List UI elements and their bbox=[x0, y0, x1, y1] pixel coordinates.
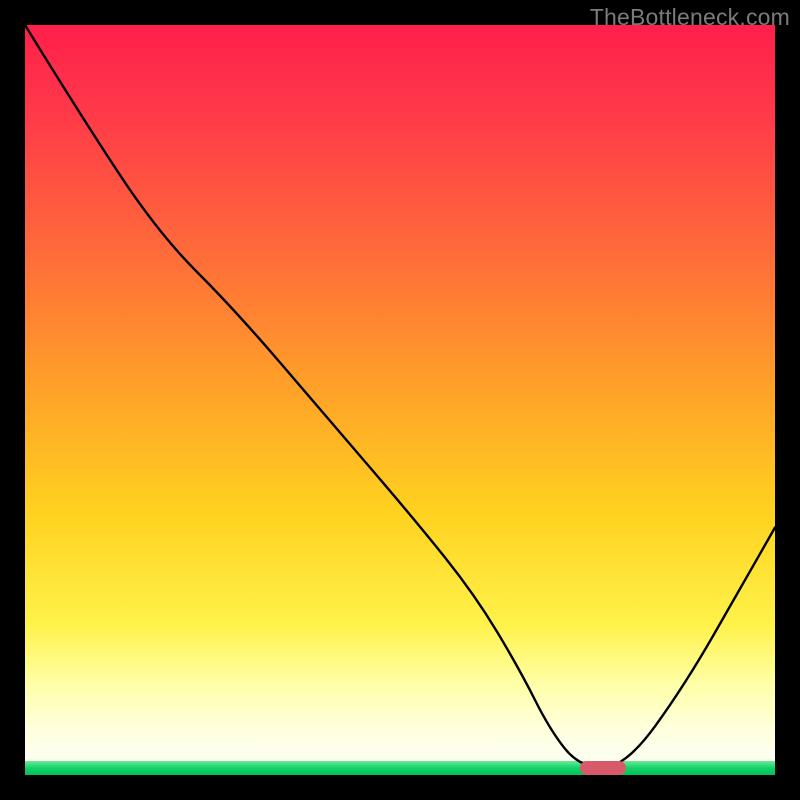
watermark-text: TheBottleneck.com bbox=[590, 4, 790, 31]
chart-frame: TheBottleneck.com bbox=[0, 0, 800, 800]
optimal-marker bbox=[580, 761, 626, 775]
bottleneck-curve bbox=[25, 25, 775, 775]
